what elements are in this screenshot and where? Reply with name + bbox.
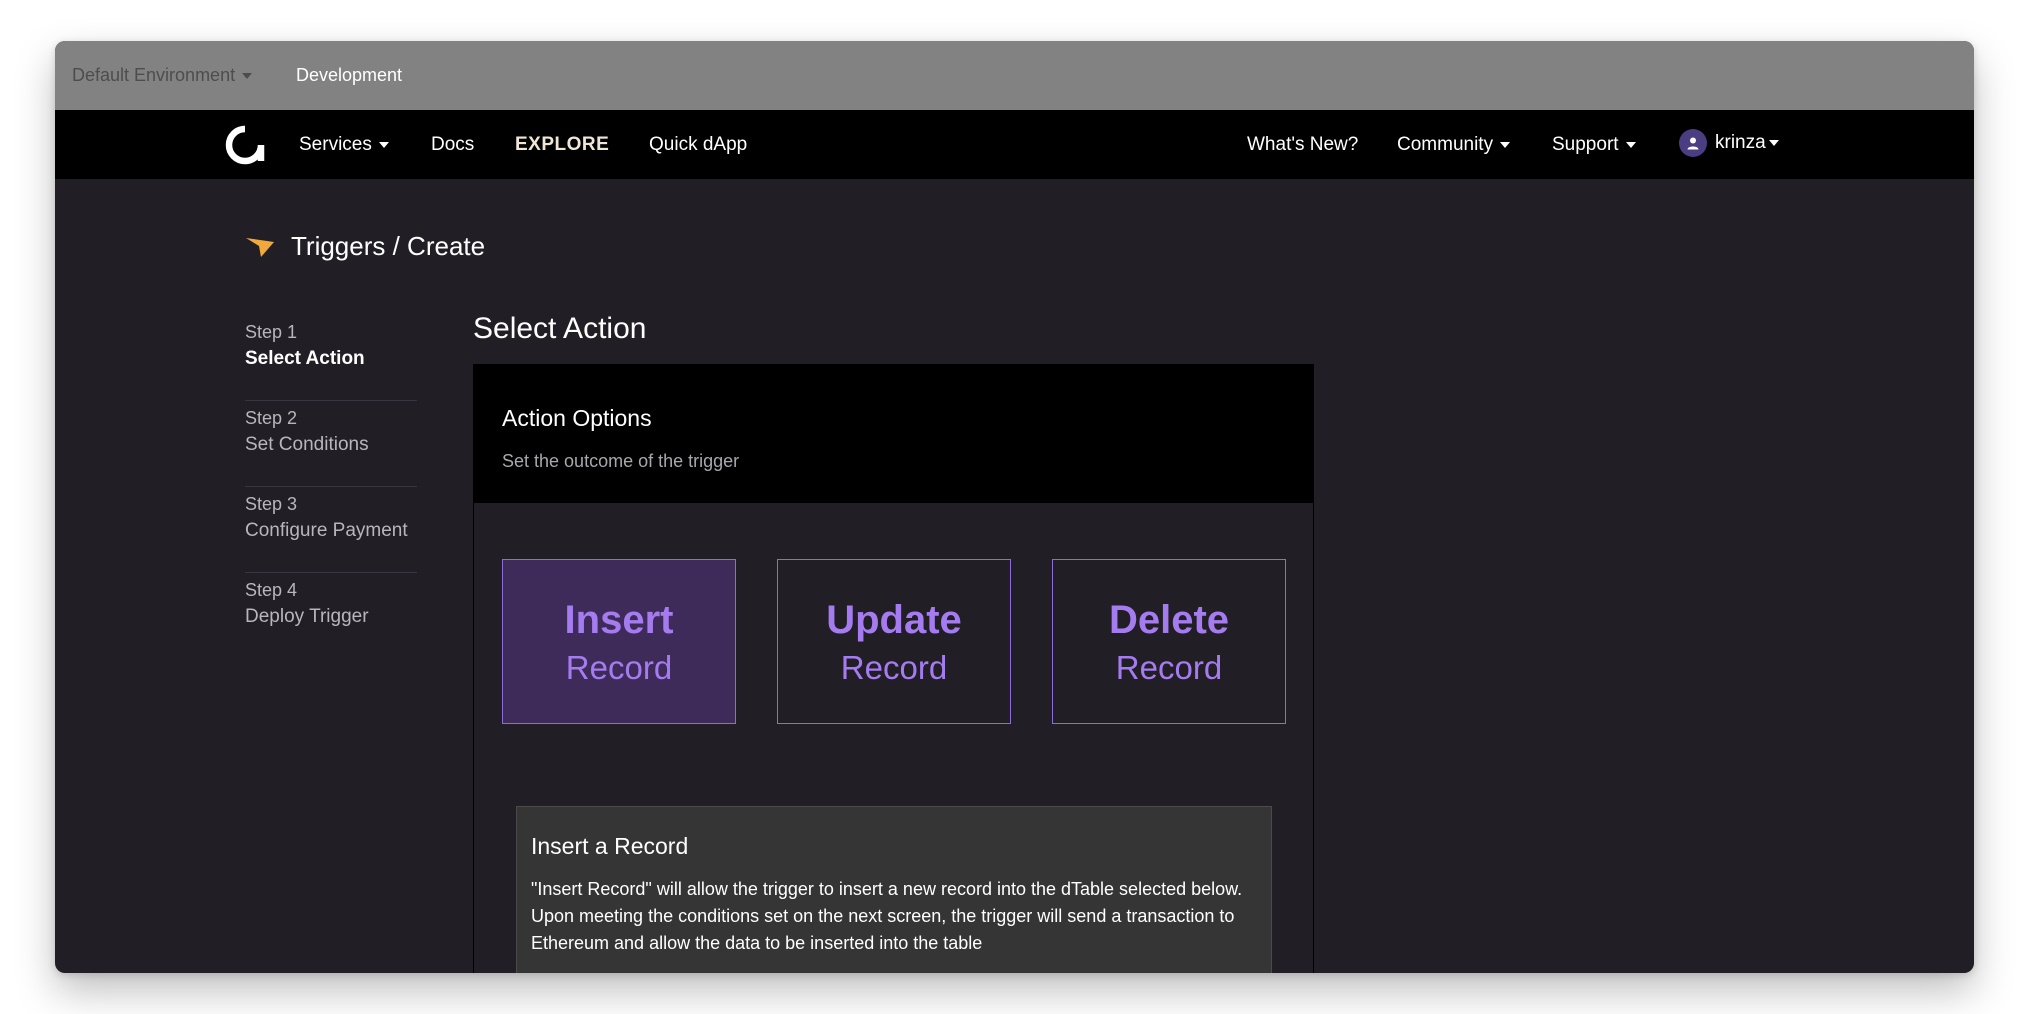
page-title-text: Triggers / Create xyxy=(291,231,486,261)
caret-down-icon xyxy=(378,142,389,148)
step-name: Deploy Trigger xyxy=(245,606,369,627)
caret-down-icon xyxy=(1768,140,1779,146)
step-name: Configure Payment xyxy=(245,520,408,541)
nav-quick-dapp[interactable]: Quick dApp xyxy=(649,134,747,156)
nav-services-label: Services xyxy=(299,134,372,155)
option-title: Delete xyxy=(1108,597,1230,642)
avatar-icon xyxy=(1679,129,1707,157)
step-deploy-trigger[interactable]: Step 4 Deploy Trigger xyxy=(245,573,417,659)
nav-whats-new[interactable]: What's New? xyxy=(1247,134,1358,156)
info-title: Insert a Record xyxy=(531,833,689,859)
caret-down-icon xyxy=(1500,142,1511,148)
environment-tab-development[interactable]: Development xyxy=(296,65,402,86)
steps-sidebar: Step 1 Select Action Step 2 Set Conditio… xyxy=(245,315,417,659)
step-number: Step 2 xyxy=(245,408,298,428)
user-name: krinza xyxy=(1715,132,1766,153)
page-title: Triggers / Create xyxy=(245,231,485,262)
step-number: Step 4 xyxy=(245,580,298,600)
insert-record-option[interactable]: Insert Record xyxy=(502,559,736,724)
nav-community[interactable]: Community xyxy=(1397,134,1511,156)
environment-dropdown[interactable]: Default Environment xyxy=(72,65,253,86)
nav-services[interactable]: Services xyxy=(299,134,389,156)
caret-down-icon xyxy=(1625,142,1636,148)
step-set-conditions[interactable]: Step 2 Set Conditions xyxy=(245,401,417,487)
section-title: Select Action xyxy=(473,312,647,345)
nav-support[interactable]: Support xyxy=(1552,134,1636,156)
option-subtitle: Record xyxy=(840,648,948,686)
environment-label: Default Environment xyxy=(72,65,236,85)
step-name: Set Conditions xyxy=(245,434,369,455)
nav-community-label: Community xyxy=(1397,134,1494,155)
step-configure-payment[interactable]: Step 3 Configure Payment xyxy=(245,487,417,573)
delete-record-option[interactable]: Delete Record xyxy=(1052,559,1286,724)
step-number: Step 1 xyxy=(245,322,298,342)
environment-bar: Default Environment Development xyxy=(55,41,1974,110)
logo-icon[interactable] xyxy=(225,125,265,165)
user-menu[interactable]: krinza xyxy=(1679,129,1779,157)
panel-subtitle: Set the outcome of the trigger xyxy=(502,451,740,471)
panel-header: Action Options Set the outcome of the tr… xyxy=(474,365,1313,503)
option-title: Insert xyxy=(564,597,674,642)
step-name: Select Action xyxy=(245,348,365,369)
update-record-option[interactable]: Update Record xyxy=(777,559,1011,724)
nav-explore[interactable]: EXPLORE xyxy=(515,134,609,156)
option-subtitle: Record xyxy=(565,648,673,686)
step-number: Step 3 xyxy=(245,494,298,514)
panel-title: Action Options xyxy=(502,405,652,431)
caret-down-icon xyxy=(242,72,253,79)
step-select-action[interactable]: Step 1 Select Action xyxy=(245,315,417,401)
nav-docs[interactable]: Docs xyxy=(431,134,474,156)
nav-support-label: Support xyxy=(1552,134,1619,155)
action-info-box: Insert a Record "Insert Record" will all… xyxy=(516,806,1272,973)
info-description: "Insert Record" will allow the trigger t… xyxy=(531,879,1243,953)
action-options-panel: Action Options Set the outcome of the tr… xyxy=(473,364,1314,973)
option-title: Update xyxy=(826,597,962,642)
option-subtitle: Record xyxy=(1115,648,1223,686)
trigger-icon xyxy=(246,237,274,257)
top-navbar: Services Docs EXPLORE Quick dApp What's … xyxy=(55,110,1974,179)
app-window: Default Environment Development Services… xyxy=(55,41,1974,973)
